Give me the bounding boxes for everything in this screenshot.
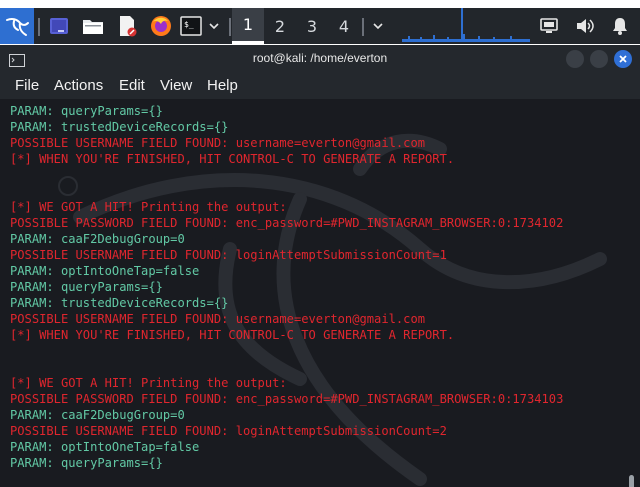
terminal-line: PARAM: queryParams={} (10, 104, 163, 118)
taskbar: $_ 1 2 3 4 (0, 8, 640, 44)
screen-icon[interactable] (538, 8, 560, 44)
terminal-line: PARAM: queryParams={} (10, 280, 163, 294)
menu-file[interactable]: File (15, 77, 39, 94)
text-editor-icon[interactable] (114, 8, 140, 44)
terminal-line: PARAM: caaF2DebugGroup=0 (10, 232, 185, 246)
cpu-graph (400, 8, 530, 44)
terminal-line: POSSIBLE USERNAME FIELD FOUND: loginAtte… (10, 248, 447, 262)
title-bar[interactable]: root@kali: /home/everton (0, 45, 640, 73)
file-manager-icon[interactable] (80, 8, 106, 44)
menu-view[interactable]: View (160, 77, 192, 94)
close-button[interactable] (614, 50, 632, 68)
workspace-4[interactable]: 4 (328, 8, 360, 44)
close-icon (619, 55, 627, 63)
terminal-line: [*] WHEN YOU'RE FINISHED, HIT CONTROL-C … (10, 328, 455, 342)
workspace-1[interactable]: 1 (232, 8, 264, 44)
terminal-line: [*] WHEN YOU'RE FINISHED, HIT CONTROL-C … (10, 152, 455, 166)
maximize-button[interactable] (590, 50, 608, 68)
menu-help[interactable]: Help (207, 77, 238, 94)
svg-text:$_: $_ (184, 20, 194, 29)
menu-actions[interactable]: Actions (54, 77, 103, 94)
kali-menu-icon[interactable] (0, 8, 34, 44)
firefox-icon[interactable] (148, 8, 174, 44)
terminal-line: PARAM: optIntoOneTap=false (10, 264, 200, 278)
window-title: root@kali: /home/everton (252, 51, 388, 65)
terminal-line: POSSIBLE USERNAME FIELD FOUND: loginAtte… (10, 424, 447, 438)
terminal-window: root@kali: /home/everton File Actions Ed… (0, 45, 640, 487)
terminal-line: PARAM: optIntoOneTap=false (10, 440, 200, 454)
terminal-line: [*] WE GOT A HIT! Printing the output: (10, 376, 287, 390)
terminal-line: POSSIBLE USERNAME FIELD FOUND: username=… (10, 312, 426, 326)
scrollbar[interactable] (629, 475, 634, 487)
menu-edit[interactable]: Edit (119, 77, 145, 94)
terminal-line: POSSIBLE PASSWORD FIELD FOUND: enc_passw… (10, 216, 564, 230)
desktop-icon[interactable] (46, 8, 72, 44)
chevron-down-icon[interactable] (205, 8, 223, 44)
chevron-down-icon[interactable] (368, 8, 388, 44)
terminal-line: POSSIBLE USERNAME FIELD FOUND: username=… (10, 136, 426, 150)
minimize-button[interactable] (566, 50, 584, 68)
terminal-output[interactable]: PARAM: queryParams={} PARAM: trustedDevic… (0, 99, 640, 487)
terminal-line: PARAM: trustedDeviceRecords={} (10, 120, 229, 134)
terminal-line: PARAM: caaF2DebugGroup=0 (10, 408, 185, 422)
terminal-line: POSSIBLE PASSWORD FIELD FOUND: enc_passw… (10, 392, 564, 406)
workspace-2[interactable]: 2 (264, 8, 296, 44)
bell-icon[interactable] (609, 8, 631, 44)
volume-icon[interactable] (574, 8, 596, 44)
terminal-line: [*] WE GOT A HIT! Printing the output: (10, 200, 287, 214)
workspace-3[interactable]: 3 (296, 8, 328, 44)
terminal-icon[interactable]: $_ (178, 8, 204, 44)
menu-bar: File Actions Edit View Help (0, 73, 640, 99)
terminal-line: PARAM: queryParams={} (10, 456, 163, 470)
terminal-line: PARAM: trustedDeviceRecords={} (10, 296, 229, 310)
